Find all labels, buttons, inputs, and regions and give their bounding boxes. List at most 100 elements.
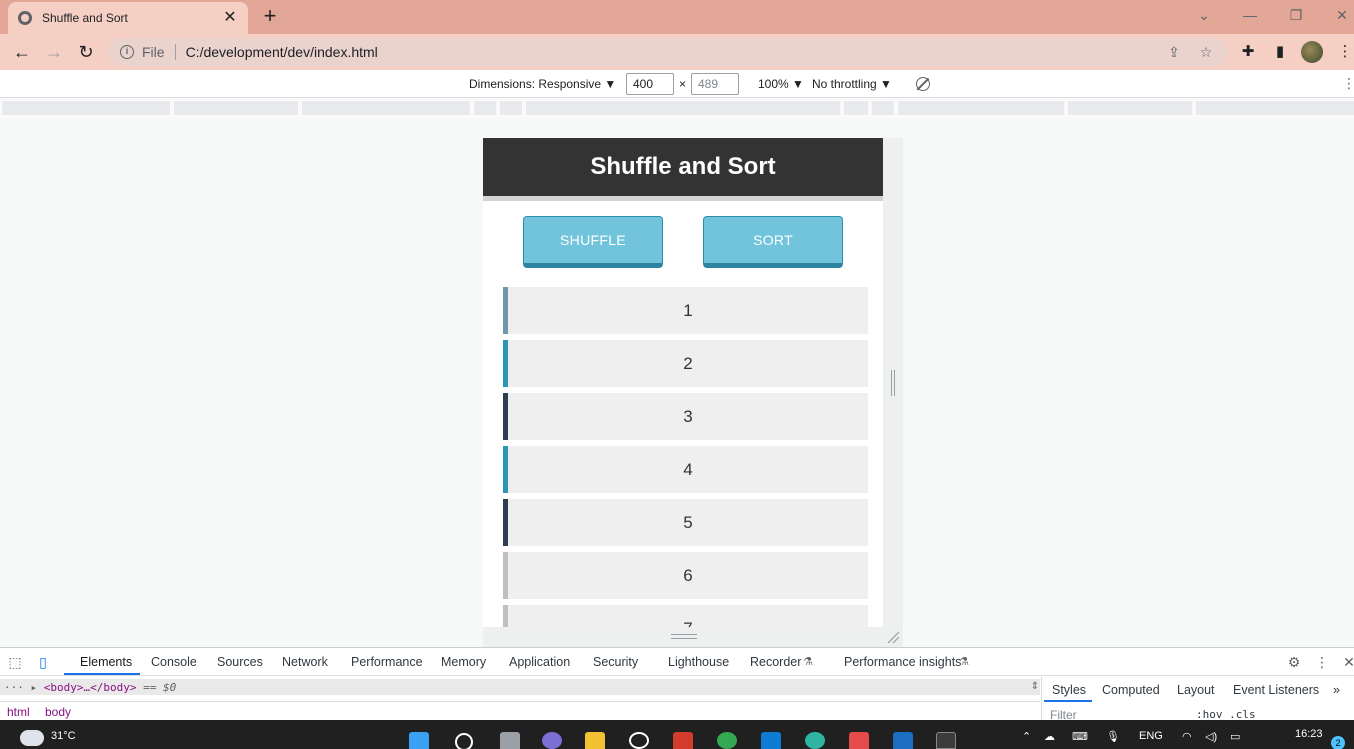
app-icon[interactable]	[849, 732, 869, 749]
close-window-icon[interactable]: ✕	[1319, 4, 1354, 28]
devtools-menu-icon[interactable]: ⋮	[1313, 653, 1331, 671]
tab-layout[interactable]: Layout	[1177, 683, 1215, 697]
info-icon[interactable]: i	[120, 45, 134, 59]
inspect-element-icon[interactable]: ⬚	[6, 653, 24, 671]
zoom-select[interactable]: 100% ▼	[758, 77, 804, 91]
media-query-segment[interactable]	[302, 101, 470, 115]
dom-tree-node[interactable]: ··· ▸ <body>…</body> == $0	[4, 681, 176, 694]
keyboard-icon[interactable]: ⌨	[1072, 730, 1088, 743]
tab-console[interactable]: Console	[151, 655, 197, 669]
battery-icon[interactable]: ▭	[1230, 730, 1240, 743]
wifi-icon[interactable]: ◠	[1182, 730, 1192, 743]
forward-icon[interactable]: →	[42, 40, 66, 64]
list-item: 5	[503, 499, 868, 546]
tab-performance[interactable]: Performance	[351, 655, 423, 669]
teams-icon[interactable]	[542, 732, 562, 749]
tab-memory[interactable]: Memory	[441, 655, 486, 669]
side-panel-icon[interactable]: ▮	[1269, 42, 1291, 62]
vscode-icon[interactable]	[761, 732, 781, 749]
flask-icon: ⚗	[803, 656, 813, 668]
avatar[interactable]	[1301, 41, 1323, 63]
terminal-icon[interactable]	[936, 732, 956, 749]
reload-icon[interactable]: ↻	[74, 40, 98, 64]
url-text[interactable]: C:/development/dev/index.html	[186, 44, 1152, 60]
media-query-segment[interactable]	[474, 101, 496, 115]
language-indicator[interactable]: ENG	[1139, 730, 1163, 742]
tray-chevron-icon[interactable]: ⌃	[1022, 730, 1031, 743]
tab-computed[interactable]: Computed	[1102, 683, 1160, 697]
body-node[interactable]: <body>…</body>	[44, 681, 137, 694]
devtools-panel: ⬚ ▯ Elements Console Sources Network Per…	[0, 647, 1354, 722]
corner-resize-icon[interactable]	[886, 630, 900, 644]
tab-security[interactable]: Security	[593, 655, 638, 669]
bookmark-star-icon[interactable]: ☆	[1196, 44, 1216, 61]
tab-elements[interactable]: Elements	[80, 655, 132, 669]
tab-search-icon[interactable]: ⌄	[1181, 4, 1227, 28]
height-input[interactable]: 489	[691, 73, 739, 95]
media-query-segment[interactable]	[872, 101, 894, 115]
back-icon[interactable]: ←	[10, 40, 34, 64]
breadcrumb-body[interactable]: body	[45, 705, 71, 719]
tab-sources[interactable]: Sources	[217, 655, 263, 669]
tab-event-listeners[interactable]: Event Listeners	[1233, 683, 1319, 697]
app-icon[interactable]	[893, 732, 913, 749]
address-bar[interactable]: i File C:/development/dev/index.html ⇪ ☆	[108, 38, 1228, 66]
menu-icon[interactable]: ⋮	[1334, 42, 1354, 62]
chrome-icon[interactable]	[717, 732, 737, 749]
new-tab-button[interactable]: +	[258, 5, 282, 28]
file-explorer-icon[interactable]	[585, 732, 605, 749]
breadcrumb-html[interactable]: html	[7, 705, 30, 719]
url-scheme: File	[142, 44, 165, 60]
list-item: 7	[503, 605, 868, 627]
tab-network[interactable]: Network	[282, 655, 328, 669]
weather-cloud-icon[interactable]	[20, 730, 44, 746]
media-query-segment[interactable]	[174, 101, 298, 115]
tab-styles[interactable]: Styles	[1052, 683, 1086, 697]
media-query-segment[interactable]	[526, 101, 840, 115]
task-view-icon[interactable]	[500, 732, 520, 749]
more-tabs-icon[interactable]: »	[1333, 683, 1340, 697]
media-query-segment[interactable]	[1068, 101, 1192, 115]
rotate-icon[interactable]	[916, 77, 930, 91]
clock[interactable]: 16:23	[1295, 728, 1323, 740]
media-query-segment[interactable]	[500, 101, 522, 115]
tray-cloud-icon[interactable]: ☁	[1044, 730, 1055, 743]
dimensions-select[interactable]: Dimensions: Responsive ▼	[469, 77, 616, 91]
throttling-select[interactable]: No throttling ▼	[812, 77, 892, 91]
media-query-segment[interactable]	[844, 101, 868, 115]
elements-pane: ··· ▸ <body>…</body> == $0 ⇕ html body	[0, 677, 1040, 721]
media-query-segment[interactable]	[2, 101, 170, 115]
emulated-viewport: Shuffle and Sort SHUFFLE SORT 1 2 3 4 5 …	[483, 138, 883, 627]
tab-lighthouse[interactable]: Lighthouse	[668, 655, 729, 669]
list-item: 1	[503, 287, 868, 334]
notification-badge[interactable]: 2	[1331, 736, 1345, 749]
width-input[interactable]: 400	[626, 73, 674, 95]
extensions-icon[interactable]: ✚	[1237, 42, 1259, 62]
search-icon[interactable]	[455, 733, 473, 749]
bottom-grip-icon[interactable]	[671, 634, 697, 639]
restore-icon[interactable]: ❐	[1273, 4, 1319, 28]
microphone-icon[interactable]: 🎙	[1106, 730, 1120, 743]
media-query-segment[interactable]	[898, 101, 1064, 115]
start-icon[interactable]	[409, 732, 429, 749]
volume-icon[interactable]: ◁)	[1205, 730, 1217, 743]
tab-close-icon[interactable]: ✕	[222, 10, 238, 26]
share-icon[interactable]: ⇪	[1164, 44, 1184, 61]
temperature[interactable]: 31°C	[51, 730, 76, 742]
office-icon[interactable]	[673, 732, 693, 749]
app-icon[interactable]	[629, 732, 649, 749]
resize-handle-icon[interactable]	[891, 370, 895, 396]
edge-icon[interactable]	[805, 732, 825, 749]
media-query-segment[interactable]	[1196, 101, 1354, 115]
more-options-icon[interactable]: ⋮	[1342, 75, 1354, 92]
sort-button[interactable]: SORT	[703, 216, 843, 268]
browser-tab[interactable]: Shuffle and Sort ✕	[8, 2, 248, 34]
tab-application[interactable]: Application	[509, 655, 570, 669]
minimize-icon[interactable]: —	[1227, 4, 1273, 28]
close-devtools-icon[interactable]: ✕	[1340, 653, 1354, 671]
settings-gear-icon[interactable]: ⚙	[1285, 653, 1303, 671]
device-toggle-icon[interactable]: ▯	[34, 653, 52, 671]
tab-performance-insights[interactable]: Performance insights	[844, 655, 961, 669]
tab-recorder[interactable]: Recorder	[750, 655, 801, 669]
shuffle-button[interactable]: SHUFFLE	[523, 216, 663, 268]
